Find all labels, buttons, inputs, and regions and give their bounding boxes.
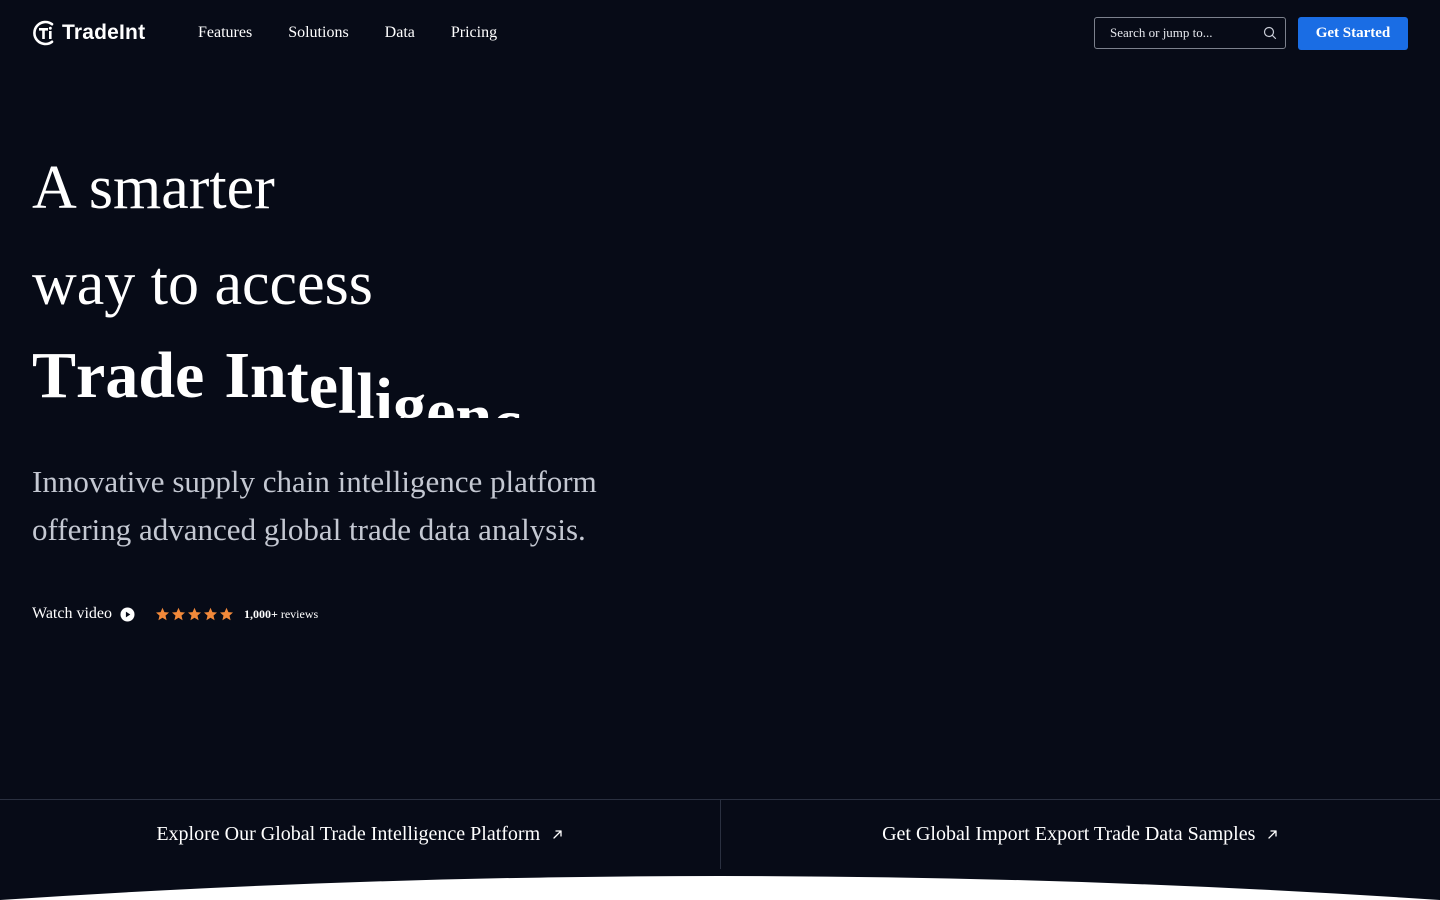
animated-character: n: [455, 380, 493, 418]
trade-data-samples-link[interactable]: Get Global Import Export Trade Data Samp…: [721, 800, 1440, 869]
nav-item-data[interactable]: Data: [385, 22, 415, 44]
hero-meta: Watch video 1,000+ reviews: [32, 602, 318, 626]
main-nav: Features Solutions Data Pricing: [198, 22, 533, 44]
nav-item-pricing[interactable]: Pricing: [451, 22, 497, 44]
subtitle-line-1: Innovative supply chain intelligence pla…: [32, 464, 597, 499]
brand-name: TradeInt: [62, 21, 146, 44]
animated-character: T: [32, 339, 77, 412]
star-icon: [188, 607, 202, 620]
watch-video-link[interactable]: Watch video: [32, 605, 135, 623]
hero-headline: A smarter way to access: [32, 140, 373, 332]
watch-video-label: Watch video: [32, 605, 113, 622]
star-icon: [172, 607, 186, 620]
nav-item-solutions[interactable]: Solutions: [288, 22, 348, 44]
bottom-links: Explore Our Global Trade Intelligence Pl…: [0, 799, 1440, 869]
animated-character: r: [76, 339, 106, 412]
reviews-number: 1,000+: [244, 606, 278, 621]
star-icon: [156, 607, 170, 620]
animated-character: e: [521, 386, 550, 418]
animated-character: i: [374, 365, 394, 418]
animated-character: e: [426, 375, 456, 418]
arrow-up-right-icon: [553, 830, 562, 839]
animated-character: n: [250, 339, 287, 412]
trade-data-samples-label: Get Global Import Export Trade Data Samp…: [882, 823, 1256, 845]
reviews-count: 1,000+ reviews: [244, 607, 318, 622]
star-icon: [204, 607, 218, 620]
star-icon: [220, 607, 234, 620]
arrow-up-right-icon: [1268, 830, 1278, 839]
subtitle-line-2: offering advanced global trade data anal…: [32, 512, 586, 547]
explore-platform-link[interactable]: Explore Our Global Trade Intelligence Pl…: [0, 800, 721, 869]
explore-platform-label: Explore Our Global Trade Intelligence Pl…: [156, 823, 541, 845]
site-header: TradeInt Features Solutions Data Pricing…: [0, 0, 1440, 66]
hero-subtitle: Innovative supply chain intelligence pla…: [32, 458, 672, 554]
animated-word: Trade: [32, 334, 204, 418]
search-icon[interactable]: [1263, 26, 1277, 40]
animated-character: t: [286, 344, 309, 418]
animated-character: a: [105, 339, 139, 412]
animated-character: l: [338, 354, 357, 418]
reviews-label: reviews: [280, 606, 319, 621]
brand-logo[interactable]: TradeInt: [32, 19, 145, 47]
animated-character: e: [308, 349, 339, 418]
search-box[interactable]: [1094, 17, 1286, 49]
tradeint-logo-icon: [33, 20, 54, 46]
play-icon: [120, 607, 135, 621]
animated-character: l: [356, 359, 375, 418]
section-curve: [0, 876, 1440, 900]
animated-character: I: [224, 339, 251, 412]
animated-headline: TradeIntelligence: [32, 334, 652, 418]
rating-stars: [155, 607, 234, 622]
headline-line-2: way to access: [32, 250, 373, 318]
get-started-button[interactable]: Get Started: [1298, 17, 1408, 50]
nav-item-features[interactable]: Features: [198, 22, 252, 44]
search-input[interactable]: [1110, 25, 1263, 41]
animated-character: d: [138, 339, 176, 412]
animated-character: e: [175, 339, 205, 412]
animated-word: Intelligence: [224, 334, 550, 418]
animated-character: c: [492, 381, 521, 418]
animated-character: g: [393, 370, 427, 418]
headline-line-1: A smarter: [32, 154, 275, 222]
